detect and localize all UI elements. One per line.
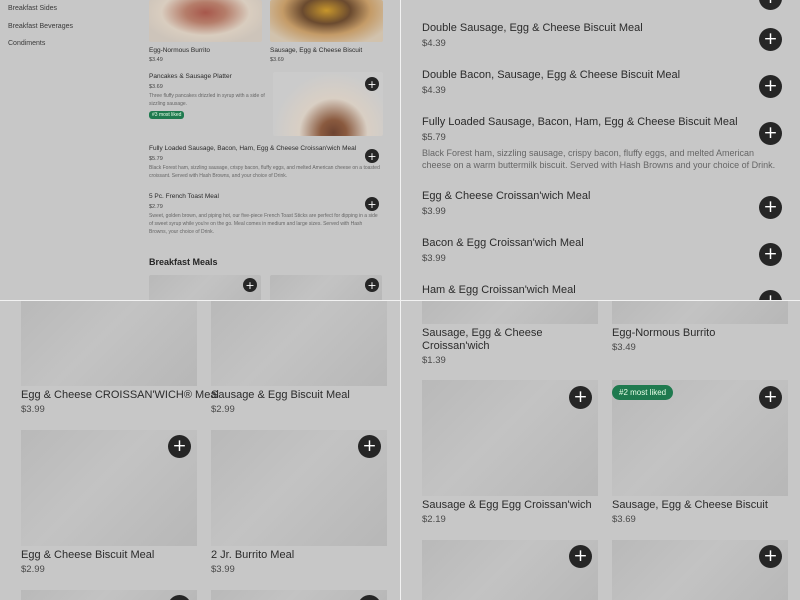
add-item-button[interactable]: + xyxy=(365,197,379,211)
plus-icon: + xyxy=(245,278,255,292)
card-title[interactable]: 2 Jr. Burrito Meal xyxy=(211,549,294,562)
item-price: $2.79 xyxy=(149,204,163,210)
item-description: Sweet, golden brown, and piping hot, our… xyxy=(149,213,378,235)
card-title[interactable]: Egg & Cheese Biscuit Meal xyxy=(21,549,154,562)
add-item-button[interactable]: + xyxy=(569,386,592,409)
card-title: Egg-Normous Burrito xyxy=(149,47,211,54)
item-title[interactable]: Ham & Egg Croissan'wich Meal xyxy=(422,284,576,296)
item-image[interactable] xyxy=(422,301,598,324)
panel-meal-grid: Egg & Cheese CROISSAN'WICH® Meal $3.99 S… xyxy=(0,301,400,600)
add-item-button[interactable]: + xyxy=(759,196,782,219)
add-item-button[interactable]: + xyxy=(759,386,782,409)
plus-icon: + xyxy=(763,76,778,96)
most-liked-badge: #2 most liked xyxy=(612,385,674,400)
plus-icon: + xyxy=(573,546,588,566)
add-item-button[interactable]: + xyxy=(759,243,782,266)
item-title[interactable]: Egg & Cheese Croissan'wich Meal xyxy=(422,190,590,202)
card-title[interactable]: Egg-Normous Burrito xyxy=(612,327,715,340)
card-title[interactable]: Sausage & Egg Egg Croissan'wich xyxy=(422,499,592,512)
add-item-button[interactable]: + xyxy=(759,0,782,10)
item-title[interactable]: Double Bacon, Sausage, Egg & Cheese Bisc… xyxy=(422,69,680,81)
item-price: $5.79 xyxy=(422,132,446,143)
plus-icon: + xyxy=(367,149,377,163)
item-description: Black Forest ham, sizzling sausage, cris… xyxy=(422,148,776,170)
card-price: $3.69 xyxy=(612,514,636,525)
card-price: $3.69 xyxy=(270,57,284,63)
card-price: $2.99 xyxy=(21,564,45,575)
plus-icon: + xyxy=(763,123,778,143)
plus-icon: + xyxy=(763,0,777,7)
card-price: $3.99 xyxy=(211,564,235,575)
card-title[interactable]: Sausage, Egg & Cheese Biscuit xyxy=(612,499,768,512)
item-title[interactable]: Fully Loaded Sausage, Bacon, Ham, Egg & … xyxy=(149,145,356,152)
add-item-button[interactable]: + xyxy=(569,545,592,568)
plus-icon: + xyxy=(763,293,777,301)
plus-icon: + xyxy=(573,387,588,407)
card-title[interactable]: Sausage, Egg & Cheese Croissan'wich xyxy=(422,327,572,353)
plus-icon: + xyxy=(367,278,377,292)
add-item-button[interactable]: + xyxy=(759,28,782,51)
item-price: $4.39 xyxy=(422,38,446,49)
item-price: $5.79 xyxy=(149,156,163,162)
sidebar-item-breakfast-beverages[interactable]: Breakfast Beverages xyxy=(8,23,73,30)
card-title[interactable]: Egg & Cheese CROISSAN'WICH® Meal xyxy=(21,389,219,402)
item-description: Black Forest ham, sizzling sausage, cris… xyxy=(149,165,380,179)
most-liked-badge: #3 most liked xyxy=(149,111,185,119)
plus-icon: + xyxy=(763,29,778,49)
panel-menu-overview: Breakfast Sides Breakfast Beverages Cond… xyxy=(0,0,400,300)
sidebar-item-breakfast-sides[interactable]: Breakfast Sides xyxy=(8,5,57,12)
plus-icon: + xyxy=(763,387,778,407)
add-item-button[interactable]: + xyxy=(365,77,379,91)
card-title: Sausage, Egg & Cheese Biscuit xyxy=(270,47,363,54)
plus-icon: + xyxy=(763,546,778,566)
card-title[interactable]: Sausage & Egg Biscuit Meal xyxy=(211,389,350,402)
meal-image[interactable] xyxy=(211,301,387,386)
plus-icon: + xyxy=(763,244,778,264)
add-item-button[interactable]: + xyxy=(358,435,381,458)
card-price: $3.99 xyxy=(21,404,45,415)
card-price: $2.99 xyxy=(211,404,235,415)
add-item-button[interactable]: + xyxy=(168,435,191,458)
quadrant-divider-horizontal xyxy=(0,300,800,301)
add-item-button[interactable]: + xyxy=(365,278,379,292)
item-price: $3.69 xyxy=(149,84,163,90)
plus-icon: + xyxy=(367,77,377,91)
card-price: $1.39 xyxy=(422,355,446,366)
item-description: Three fluffy pancakes drizzled in syrup … xyxy=(149,93,265,107)
meal-image[interactable] xyxy=(21,301,197,386)
add-item-button[interactable]: + xyxy=(365,149,379,163)
panel-item-grid: Sausage, Egg & Cheese Croissan'wich $1.3… xyxy=(401,301,800,600)
add-item-button[interactable]: + xyxy=(243,278,257,292)
item-price: $4.39 xyxy=(422,85,446,96)
panel-meal-list: + Double Sausage, Egg & Cheese Biscuit M… xyxy=(401,0,800,300)
add-item-button[interactable]: + xyxy=(759,75,782,98)
add-item-button[interactable]: + xyxy=(759,545,782,568)
card-price: $3.49 xyxy=(612,342,636,353)
section-title: Breakfast Meals xyxy=(149,257,218,267)
item-price: $3.99 xyxy=(422,206,446,217)
add-item-button[interactable]: + xyxy=(759,122,782,145)
item-title[interactable]: Fully Loaded Sausage, Bacon, Ham, Egg & … xyxy=(422,116,738,128)
item-price: $3.99 xyxy=(422,253,446,264)
sidebar-item-condiments[interactable]: Condiments xyxy=(8,40,45,47)
item-title[interactable]: 5 Pc. French Toast Meal xyxy=(149,193,219,200)
burrito-image[interactable] xyxy=(149,0,262,42)
add-item-button[interactable]: + xyxy=(759,290,782,300)
biscuit-image[interactable] xyxy=(270,0,383,42)
card-price: $3.49 xyxy=(149,57,163,63)
item-title[interactable]: Bacon & Egg Croissan'wich Meal xyxy=(422,237,584,249)
plus-icon: + xyxy=(362,436,377,456)
plus-icon: + xyxy=(172,436,187,456)
item-title[interactable]: Pancakes & Sausage Platter xyxy=(149,73,232,80)
plus-icon: + xyxy=(763,197,778,217)
plus-icon: + xyxy=(367,197,377,211)
item-image[interactable] xyxy=(612,301,788,324)
item-title[interactable]: Double Sausage, Egg & Cheese Biscuit Mea… xyxy=(422,22,643,34)
card-price: $2.19 xyxy=(422,514,446,525)
